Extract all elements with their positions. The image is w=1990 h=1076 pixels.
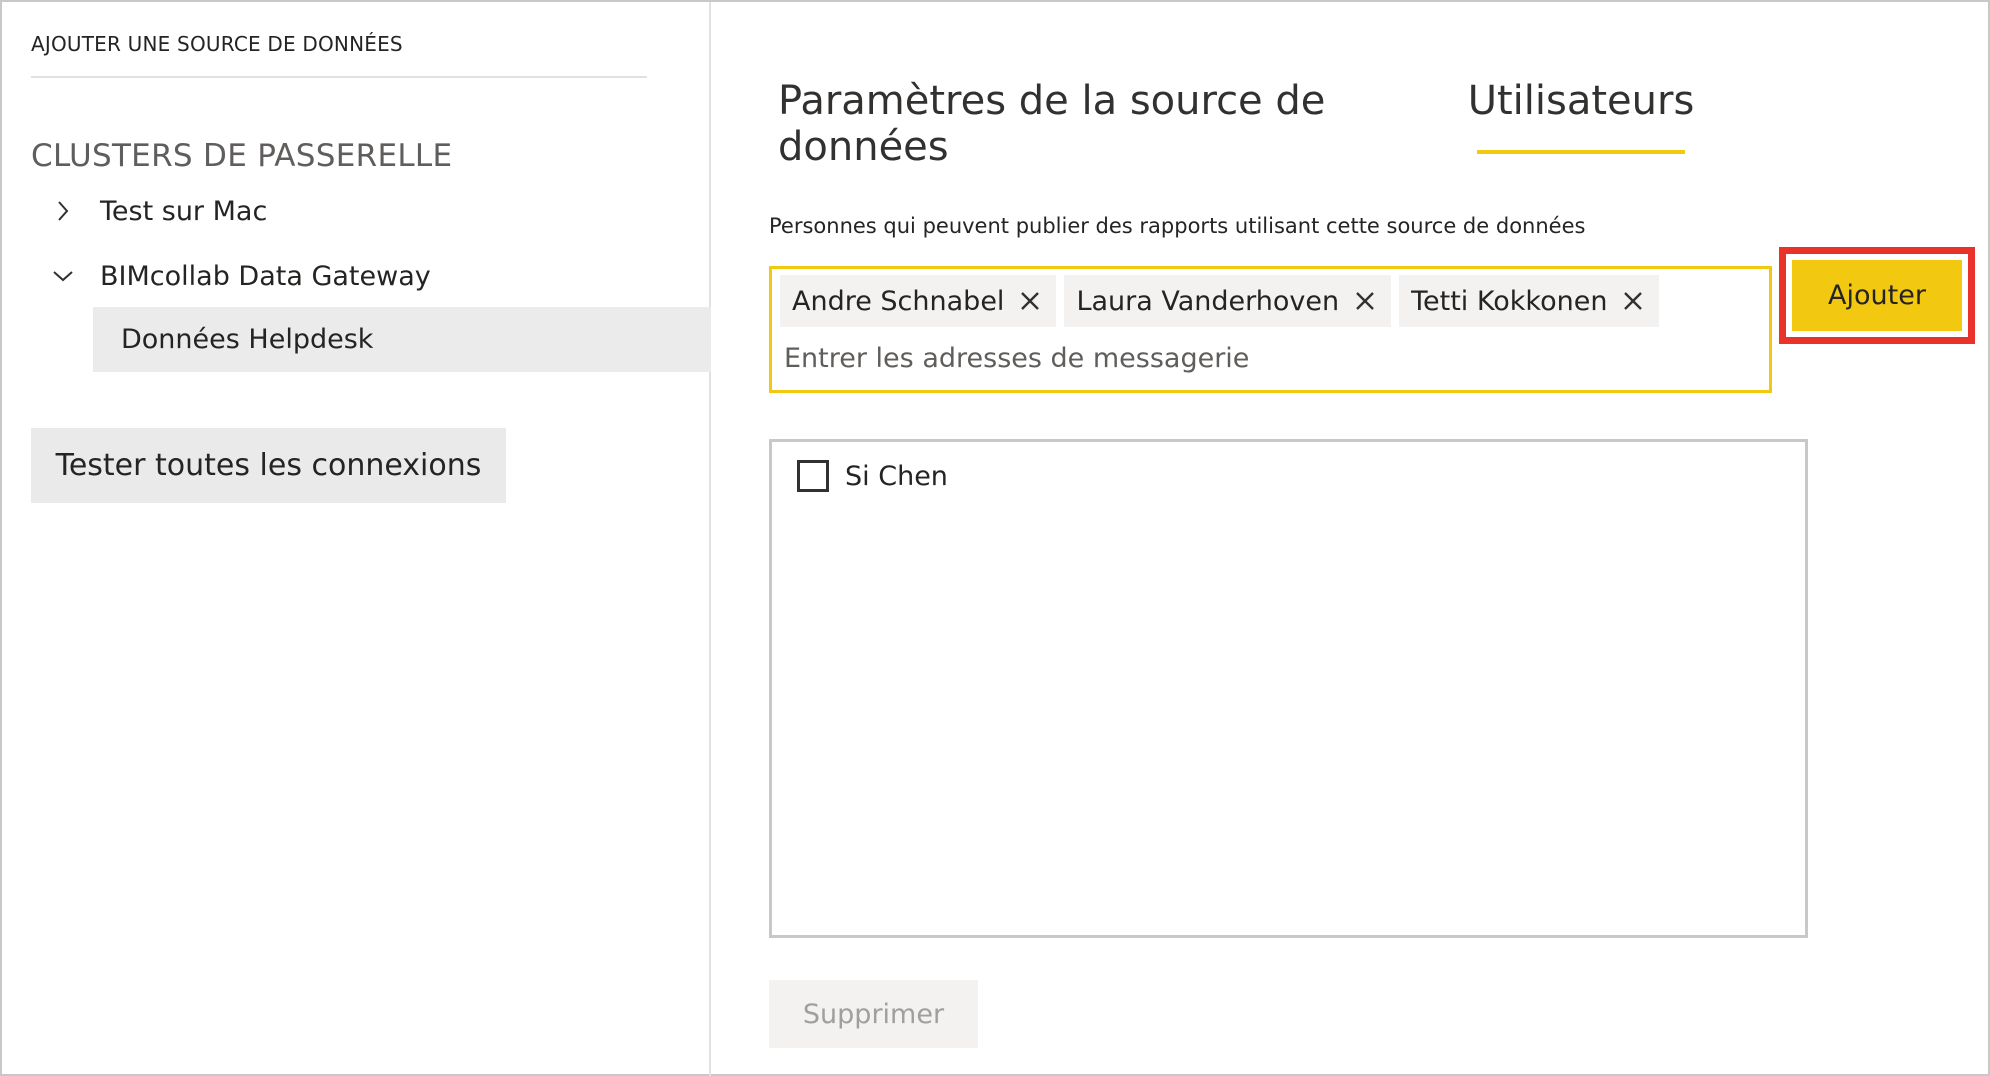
chip-label: Tetti Kokkonen xyxy=(1411,285,1608,317)
user-checkbox[interactable] xyxy=(797,460,829,492)
datasource-item-donnees-helpdesk[interactable]: Données Helpdesk xyxy=(93,307,711,372)
close-icon[interactable] xyxy=(1621,289,1645,313)
active-tab-indicator xyxy=(1477,150,1685,154)
datasource-label: Données Helpdesk xyxy=(121,324,374,355)
user-chip: Laura Vanderhoven xyxy=(1064,275,1392,327)
cluster-label: Test sur Mac xyxy=(100,195,268,227)
email-input[interactable] xyxy=(784,337,1744,379)
add-button-label: Ajouter xyxy=(1828,280,1926,311)
user-chip: Andre Schnabel xyxy=(780,275,1057,327)
users-list[interactable]: Si Chen xyxy=(769,439,1808,938)
user-chip: Tetti Kokkonen xyxy=(1399,275,1660,327)
delete-button-label: Supprimer xyxy=(802,998,945,1030)
test-all-connections-label: Tester toutes les connexions xyxy=(55,448,482,483)
user-chips: Andre Schnabel Laura Vanderhoven Tetti K… xyxy=(780,275,1660,327)
chevron-down-icon[interactable] xyxy=(46,268,80,284)
add-button[interactable]: Ajouter xyxy=(1792,260,1962,331)
email-entry-box[interactable]: Andre Schnabel Laura Vanderhoven Tetti K… xyxy=(769,266,1772,393)
chevron-right-icon[interactable] xyxy=(46,200,80,222)
user-name: Si Chen xyxy=(845,460,948,492)
delete-button[interactable]: Supprimer xyxy=(769,980,978,1048)
left-pane: AJOUTER UNE SOURCE DE DONNÉES CLUSTERS D… xyxy=(2,2,711,1076)
users-description: Personnes qui peuvent publier des rappor… xyxy=(769,214,1586,238)
cluster-label: BIMcollab Data Gateway xyxy=(100,260,431,292)
tab-label: Utilisateurs xyxy=(1467,78,1695,124)
tab-users[interactable]: Utilisateurs xyxy=(1468,78,1695,158)
list-item[interactable]: Si Chen xyxy=(797,456,948,496)
cluster-item-test-sur-mac[interactable]: Test sur Mac xyxy=(46,179,267,243)
clusters-heading: CLUSTERS DE PASSERELLE xyxy=(31,138,453,174)
cluster-item-bimcollab-gateway[interactable]: BIMcollab Data Gateway xyxy=(46,244,431,308)
tab-label: Paramètres de la source de données xyxy=(778,78,1326,170)
test-all-connections-button[interactable]: Tester toutes les connexions xyxy=(31,428,506,503)
add-data-source-link[interactable]: AJOUTER UNE SOURCE DE DONNÉES xyxy=(31,32,647,78)
chip-label: Laura Vanderhoven xyxy=(1076,285,1340,317)
window-frame: AJOUTER UNE SOURCE DE DONNÉES CLUSTERS D… xyxy=(0,0,1990,1076)
close-icon[interactable] xyxy=(1018,289,1042,313)
tab-datasource-settings[interactable]: Paramètres de la source de données xyxy=(772,78,1422,170)
close-icon[interactable] xyxy=(1353,289,1377,313)
chip-label: Andre Schnabel xyxy=(792,285,1005,317)
